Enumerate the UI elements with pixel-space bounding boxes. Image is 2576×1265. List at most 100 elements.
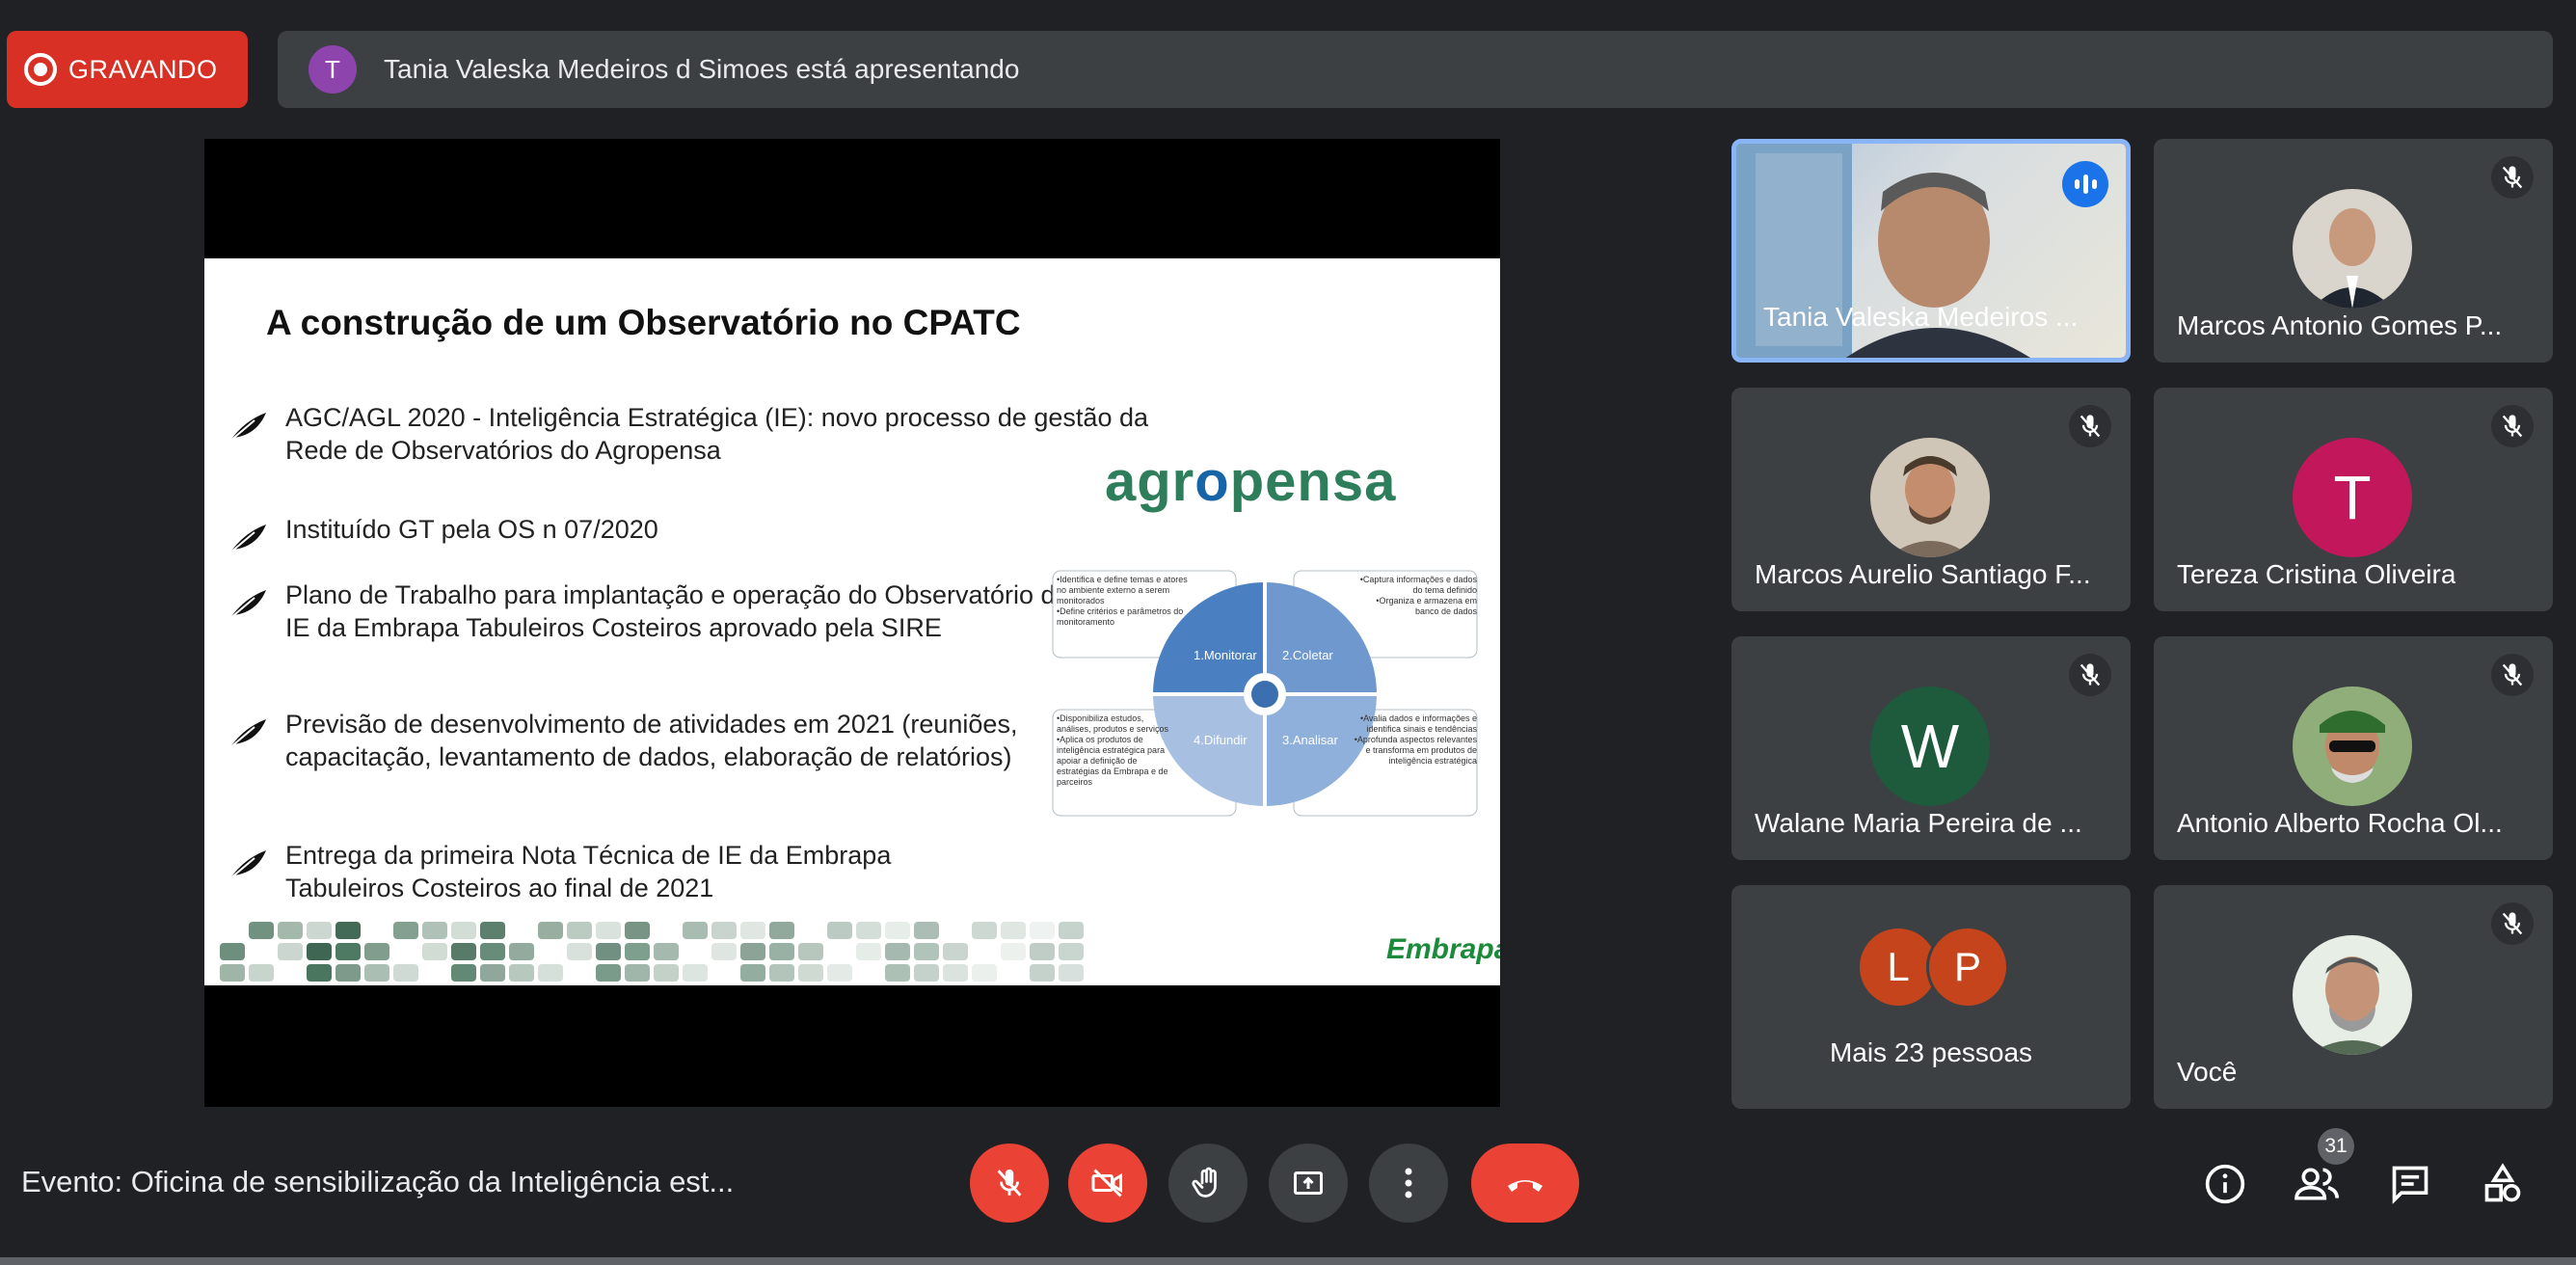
participant-name: Marcos Aurelio Santiago F... [1755,559,2091,589]
videocam-off-icon [1091,1169,1122,1198]
pattern-square [827,922,852,939]
presenting-text: Tania Valeska Medeiros d Simoes está apr… [384,54,1020,84]
participant-count-badge: 31 [2318,1128,2354,1165]
avatar [1870,438,1990,557]
participant-tile[interactable]: Você [2154,885,2553,1109]
pattern-square [480,964,505,982]
mic-off-icon [2491,902,2534,945]
pattern-square [885,943,910,960]
cycle-notes: •Identifica e define temas e atores no a… [1057,575,1188,627]
pattern-square [393,922,418,939]
mic-off-icon [2491,654,2534,696]
present-button[interactable] [1269,1144,1348,1223]
raise-hand-button[interactable] [1168,1144,1248,1223]
avatar: P [1926,926,2009,1009]
pattern-square [711,943,737,960]
participant-tile[interactable]: Tania Valeska Medeiros ... [1731,139,2131,363]
cycle-q4: 4.Difundir [1194,733,1248,747]
pattern-square [914,964,939,982]
leave-call-button[interactable] [1471,1144,1579,1223]
avatar: W [1870,686,1990,806]
pattern-square [307,943,332,960]
recording-badge: GRAVANDO [7,31,248,108]
pattern-square [769,943,794,960]
pattern-square [538,964,563,982]
pattern-square [538,922,563,939]
pattern-square [914,922,939,939]
info-icon [2205,1164,2245,1204]
pattern-square [654,943,679,960]
meeting-details-button[interactable] [2198,1157,2252,1211]
avatar [2293,686,2412,806]
leaf-icon [228,850,266,880]
pattern-square [740,943,765,960]
participant-tile[interactable]: L P Mais 23 pessoas [1731,885,2131,1109]
pattern-square [972,922,997,939]
pattern-square [220,964,245,982]
pattern-square [1059,964,1084,982]
pattern-square [567,922,592,939]
pattern-square [943,964,968,982]
more-options-button[interactable] [1369,1144,1448,1223]
avatar: T [2293,438,2412,557]
pattern-square [596,964,621,982]
mic-toggle-button[interactable] [970,1144,1049,1223]
pattern-square [625,964,650,982]
mic-off-icon [2491,405,2534,447]
cycle-q3: 3.Analisar [1282,733,1338,747]
presentation-stage[interactable]: A construção de um Observatório no CPATC… [204,139,1500,1107]
pattern-square [625,922,650,939]
participant-tile[interactable]: W Walane Maria Pereira de ... [1731,636,2131,860]
leaf-icon [228,525,266,554]
pattern-square [914,943,939,960]
pattern-square [393,964,418,982]
pattern-square [683,922,708,939]
pattern-square [798,943,823,960]
pattern-square [278,943,303,960]
pattern-square [827,964,852,982]
participant-tile[interactable]: T Tereza Cristina Oliveira [2154,388,2553,611]
participant-tile[interactable]: Antonio Alberto Rocha Ol... [2154,636,2553,860]
pattern-square [769,964,794,982]
window-bottom-edge [0,1257,2576,1265]
participant-name: Marcos Antonio Gomes P... [2177,310,2503,340]
slide-title: A construção de um Observatório no CPATC [266,303,1021,342]
pattern-square [278,922,303,939]
raise-hand-icon [1192,1167,1217,1198]
presenting-banner: T Tania Valeska Medeiros d Simoes está a… [278,31,2553,108]
participants-button[interactable] [2291,1157,2345,1211]
camera-toggle-button[interactable] [1068,1144,1147,1223]
cycle-notes: •Disponibiliza estudos, análises, produt… [1057,713,1169,787]
slide-bullet: AGC/AGL 2020 - Inteligência Estratégica … [226,401,1209,467]
participant-tile[interactable]: Marcos Antonio Gomes P... [2154,139,2553,363]
pattern-square [480,922,505,939]
avatar [2293,189,2412,309]
activities-button[interactable] [2476,1157,2530,1211]
pattern-square [335,964,361,982]
call-end-icon [1508,1180,1543,1192]
pattern-square [480,943,505,960]
pattern-square [683,964,708,982]
record-icon [24,53,57,86]
mic-off-icon [2069,654,2111,696]
pattern-square [451,922,476,939]
pattern-square [509,964,534,982]
pattern-square [972,964,997,982]
participant-name: Tereza Cristina Oliveira [2177,559,2456,589]
pattern-square [335,943,361,960]
participant-name: Você [2177,1057,2238,1087]
recording-label: GRAVANDO [68,54,218,84]
people-icon [2294,1168,2339,1200]
pattern-square [307,922,332,939]
cycle-q1: 1.Monitorar [1194,648,1257,662]
pattern-square [798,964,823,982]
participant-name: Walane Maria Pereira de ... [1755,808,2082,838]
participant-tile[interactable]: Marcos Aurelio Santiago F... [1731,388,2131,611]
pattern-square [1001,922,1026,939]
pattern-square [220,943,245,960]
slide-bullet: Previsão de desenvolvimento de atividade… [226,708,1055,773]
pattern-square [856,922,881,939]
chat-button[interactable] [2383,1157,2437,1211]
embrapa-logo: Embrapa [1386,933,1500,965]
participant-name: Antonio Alberto Rocha Ol... [2177,808,2503,838]
